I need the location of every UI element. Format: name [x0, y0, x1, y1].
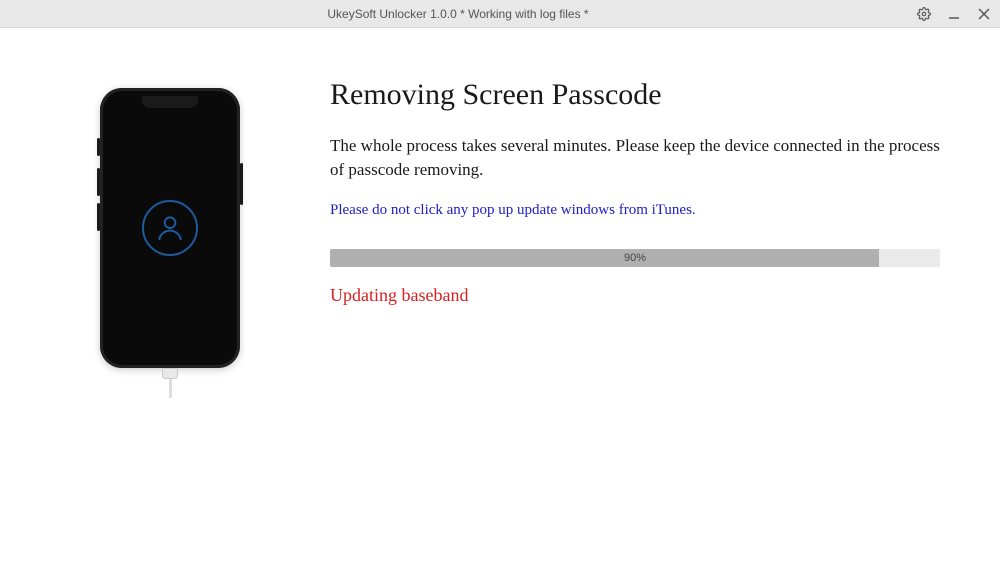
cable-wire — [169, 379, 172, 398]
gear-icon — [917, 7, 931, 21]
phone-button-decoration — [97, 203, 100, 231]
progress-fill — [330, 249, 879, 267]
cable-connector — [162, 368, 178, 379]
phone-button-decoration — [97, 168, 100, 196]
close-button[interactable] — [976, 6, 992, 22]
phone-button-decoration — [97, 138, 100, 156]
titlebar-controls — [916, 6, 992, 22]
device-panel — [40, 78, 300, 572]
progress-bar: 90% — [330, 249, 940, 267]
page-heading: Removing Screen Passcode — [330, 78, 940, 112]
warning-text: Please do not click any pop up update wi… — [330, 202, 940, 219]
lock-avatar-circle — [142, 200, 198, 256]
content-area: Removing Screen Passcode The whole proce… — [0, 28, 1000, 572]
phone-button-decoration — [240, 163, 243, 205]
window-title: UkeySoft Unlocker 1.0.0 * Working with l… — [0, 7, 916, 21]
titlebar: UkeySoft Unlocker 1.0.0 * Working with l… — [0, 0, 1000, 28]
description-text: The whole process takes several minutes.… — [330, 134, 940, 182]
main-panel: Removing Screen Passcode The whole proce… — [300, 78, 960, 572]
close-icon — [978, 8, 990, 20]
phone-illustration — [100, 88, 240, 368]
user-icon — [154, 212, 186, 244]
minimize-button[interactable] — [946, 6, 962, 22]
status-text: Updating baseband — [330, 285, 940, 306]
settings-button[interactable] — [916, 6, 932, 22]
minimize-icon — [948, 8, 960, 20]
progress-label: 90% — [624, 252, 646, 264]
cable-illustration — [165, 368, 175, 398]
